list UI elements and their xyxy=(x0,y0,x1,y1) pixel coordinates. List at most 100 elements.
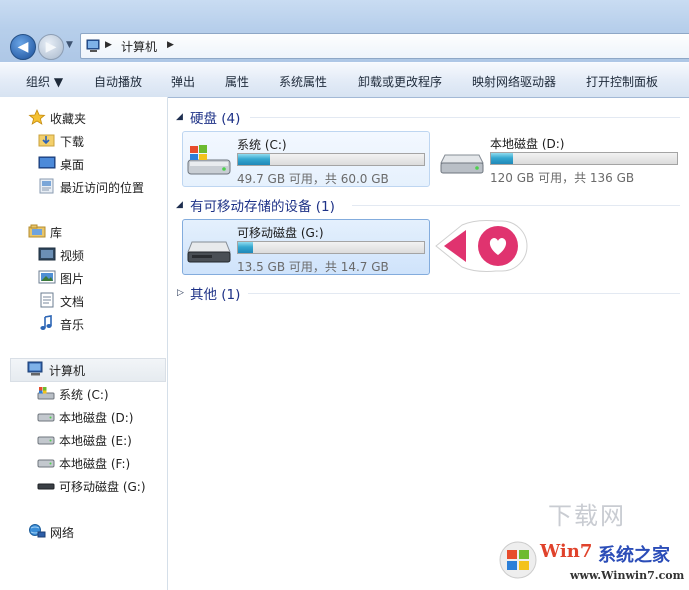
nav-label: 网络 xyxy=(50,526,75,540)
navigation-pane: 收藏夹 下载 桌面 最近访问的位置 库 视频 图片 文档 音乐 计算机 系统 (… xyxy=(0,97,168,590)
nav-label: 最近访问的位置 xyxy=(60,181,145,195)
nav-network[interactable]: 网络 xyxy=(28,521,158,543)
computer-icon xyxy=(86,39,100,52)
network-icon xyxy=(29,524,46,538)
group-header-other[interactable]: 其他 (1) xyxy=(190,283,240,303)
watermark-site: 下载网 xyxy=(548,502,626,530)
nav-drive-f[interactable]: 本地磁盘 (F:) xyxy=(37,452,162,474)
properties-button[interactable]: 属性 xyxy=(225,73,249,90)
drive-tile-g[interactable]: 可移动磁盘 (G:) 13.5 GB 可用，共 14.7 GB xyxy=(182,219,430,275)
nav-computer[interactable]: 计算机 xyxy=(10,358,166,382)
pictures-library-icon xyxy=(38,270,56,284)
address-bar[interactable]: ▶ 计算机 ▶ xyxy=(80,33,689,59)
back-arrow-icon: ◀ xyxy=(17,39,29,55)
drive-usage-fill xyxy=(491,153,514,164)
nav-label: 库 xyxy=(50,226,63,240)
nav-label: 本地磁盘 (F:) xyxy=(59,457,131,471)
autoplay-button[interactable]: 自动播放 xyxy=(94,73,142,90)
nav-recent-places[interactable]: 最近访问的位置 xyxy=(38,176,163,198)
nav-desktop[interactable]: 桌面 xyxy=(38,153,158,175)
removable-drive-icon xyxy=(37,483,55,490)
music-library-icon xyxy=(40,315,52,330)
command-bar: 组织 ▼ 自动播放 弹出 属性 系统属性 卸载或更改程序 映射网络驱动器 打开控… xyxy=(0,62,689,98)
system-drive-icon xyxy=(37,387,55,400)
computer-icon xyxy=(27,361,43,376)
nav-label: 计算机 xyxy=(49,364,86,378)
system-drive-icon xyxy=(187,145,231,175)
forward-arrow-icon: ▶ xyxy=(45,39,57,55)
back-button[interactable]: ◀ xyxy=(10,34,36,60)
drive-usage-bar xyxy=(237,153,425,166)
drive-tile-d[interactable]: 本地磁盘 (D:) 120 GB 可用，共 136 GB xyxy=(436,131,682,185)
nav-label: 可移动磁盘 (G:) xyxy=(59,480,146,494)
hard-drive-icon xyxy=(37,436,55,445)
nav-libraries[interactable]: 库 xyxy=(28,221,158,243)
nav-label: 下载 xyxy=(60,135,85,149)
nav-favorites[interactable]: 收藏夹 xyxy=(28,107,158,129)
hard-drive-icon xyxy=(37,413,55,422)
recent-places-icon xyxy=(39,178,54,194)
address-area: ◀ ▶ ▼ ▶ 计算机 ▶ xyxy=(0,0,689,62)
drive-usage-fill xyxy=(238,154,270,165)
drive-name: 本地磁盘 (D:) xyxy=(490,137,565,151)
drive-name: 系统 (C:) xyxy=(237,138,287,152)
breadcrumb-separator-icon[interactable]: ▶ xyxy=(167,40,174,50)
hard-drive-icon xyxy=(440,154,484,174)
nav-drive-d[interactable]: 本地磁盘 (D:) xyxy=(37,406,162,428)
drive-capacity: 49.7 GB 可用，共 60.0 GB xyxy=(237,172,389,186)
group-divider xyxy=(352,205,680,206)
drive-usage-bar xyxy=(237,241,425,254)
watermark-brand-cn: 系统之家 xyxy=(598,545,670,566)
watermark-brand: Win7 xyxy=(540,541,593,562)
collapse-arrow-icon[interactable]: ◢ xyxy=(176,200,183,210)
nav-label: 图片 xyxy=(60,272,85,286)
drive-usage-bar xyxy=(490,152,678,165)
collapse-arrow-icon[interactable]: ◢ xyxy=(176,112,183,122)
star-icon xyxy=(28,109,46,125)
expand-arrow-icon[interactable]: ▷ xyxy=(177,288,184,298)
group-divider xyxy=(250,117,680,118)
breadcrumb-separator-icon[interactable]: ▶ xyxy=(105,40,112,50)
group-header-hdd[interactable]: 硬盘 (4) xyxy=(190,107,240,127)
nav-label: 收藏夹 xyxy=(50,112,87,126)
nav-label: 音乐 xyxy=(60,318,85,332)
nav-music[interactable]: 音乐 xyxy=(38,313,158,335)
group-divider xyxy=(248,293,680,294)
forward-button[interactable]: ▶ xyxy=(38,34,64,60)
nav-label: 桌面 xyxy=(60,158,85,172)
library-icon xyxy=(28,224,46,238)
nav-pictures[interactable]: 图片 xyxy=(38,267,158,289)
drive-tile-c[interactable]: 系统 (C:) 49.7 GB 可用，共 60.0 GB xyxy=(182,131,430,187)
heart-pointer-icon xyxy=(435,220,528,272)
downloads-folder-icon xyxy=(38,134,55,147)
nav-drive-g[interactable]: 可移动磁盘 (G:) xyxy=(37,475,165,497)
open-control-panel-button[interactable]: 打开控制面板 xyxy=(586,73,658,90)
nav-downloads[interactable]: 下载 xyxy=(38,130,158,152)
drive-capacity: 120 GB 可用，共 136 GB xyxy=(490,171,635,185)
nav-label: 本地磁盘 (E:) xyxy=(59,434,132,448)
system-properties-button[interactable]: 系统属性 xyxy=(279,73,327,90)
nav-drive-c[interactable]: 系统 (C:) xyxy=(37,383,162,405)
organize-button[interactable]: 组织 ▼ xyxy=(26,73,63,90)
nav-label: 文档 xyxy=(60,295,85,309)
desktop-icon xyxy=(38,156,56,169)
history-dropdown-icon[interactable]: ▼ xyxy=(66,40,73,50)
drive-name: 可移动磁盘 (G:) xyxy=(237,226,324,240)
map-network-drive-button[interactable]: 映射网络驱动器 xyxy=(472,73,556,90)
drive-usage-fill xyxy=(238,242,253,253)
eject-button[interactable]: 弹出 xyxy=(171,73,195,90)
nav-label: 视频 xyxy=(60,249,85,263)
video-library-icon xyxy=(38,247,56,261)
nav-videos[interactable]: 视频 xyxy=(38,244,158,266)
nav-documents[interactable]: 文档 xyxy=(38,290,158,312)
windows-logo-icon xyxy=(499,541,537,579)
removable-drive-icon xyxy=(187,241,231,263)
group-header-removable[interactable]: 有可移动存储的设备 (1) xyxy=(190,195,335,215)
documents-library-icon xyxy=(40,292,54,308)
nav-label: 本地磁盘 (D:) xyxy=(59,411,134,425)
nav-label: 系统 (C:) xyxy=(59,388,109,402)
hard-drive-icon xyxy=(37,459,55,468)
uninstall-program-button[interactable]: 卸载或更改程序 xyxy=(358,73,442,90)
breadcrumb-computer[interactable]: 计算机 xyxy=(121,38,157,55)
nav-drive-e[interactable]: 本地磁盘 (E:) xyxy=(37,429,162,451)
